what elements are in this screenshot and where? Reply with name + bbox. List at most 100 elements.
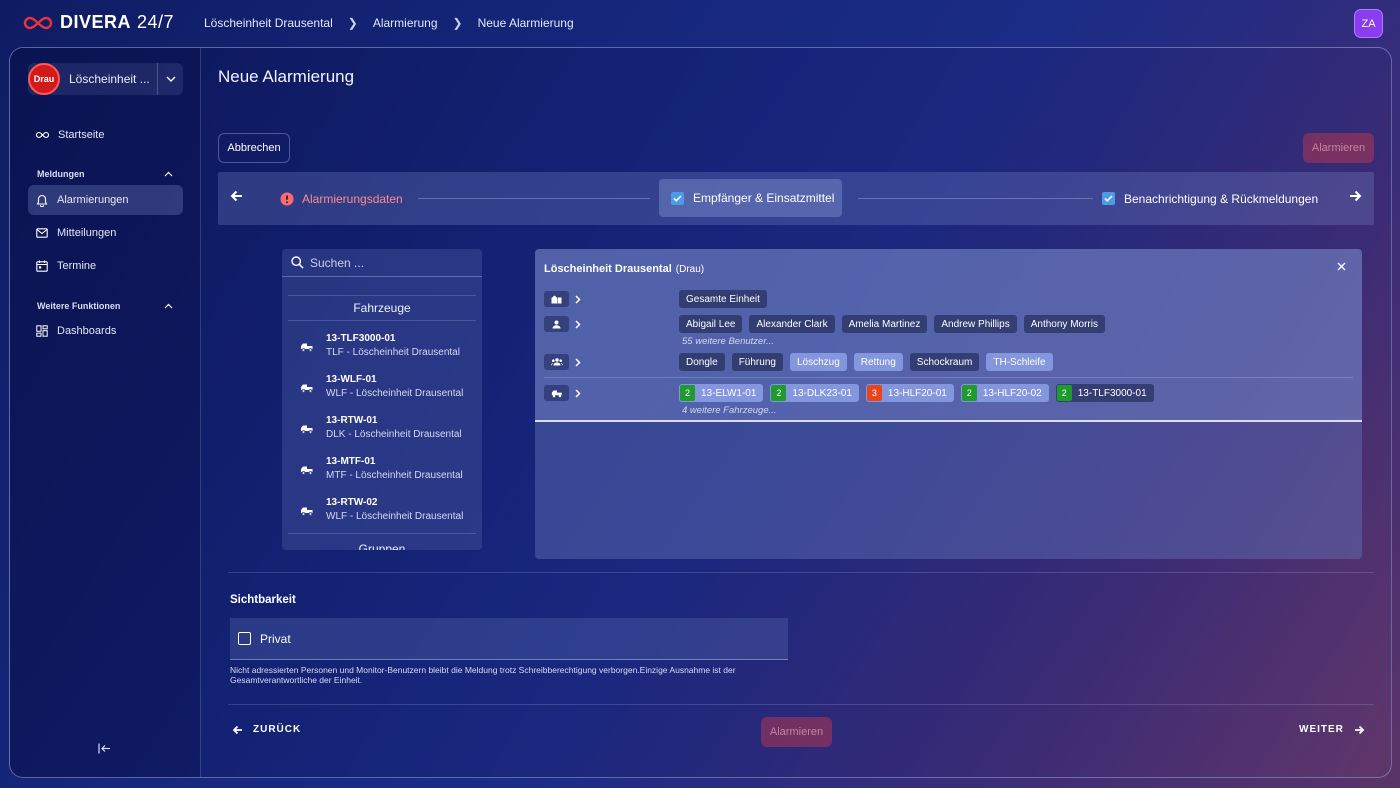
list-item[interactable]: 13-TLF3000-01 TLF - Löscheinheit Drausent… (300, 333, 460, 358)
visibility-hint: Nicht adressierten Personen und Monitor-… (230, 665, 736, 685)
user-avatar[interactable]: ZA (1354, 9, 1383, 38)
list-item[interactable]: 13-WLF-01 WLF - Löscheinheit Drausental (300, 374, 463, 399)
privat-checkbox[interactable]: Privat (230, 618, 788, 660)
whole-unit-chips: Gesamte Einheit (679, 290, 767, 308)
vehicle-icon (301, 507, 313, 516)
chevron-right-icon[interactable] (575, 358, 581, 367)
group-icon[interactable] (544, 354, 569, 370)
chip-group-selected[interactable]: Rettung (853, 353, 903, 371)
users-more[interactable]: 55 weitere Benutzer... (682, 336, 774, 347)
chip-user[interactable]: Amelia Martinez (841, 315, 928, 333)
sidebar-item-label: Termine (57, 260, 97, 272)
chevron-up-icon (164, 303, 173, 309)
chip-vehicle[interactable]: 2 13-DLK23-01 (770, 384, 859, 402)
chevron-right-icon[interactable] (575, 389, 581, 398)
vehicle-desc: WLF - Löscheinheit Drausental (326, 388, 464, 399)
infinity-logo-icon (23, 16, 53, 29)
close-icon[interactable] (1337, 262, 1346, 271)
collapse-sidebar-icon[interactable] (98, 741, 111, 759)
chevron-right-icon[interactable] (575, 295, 581, 304)
status-badge: 2 (680, 385, 695, 401)
section-meldungen[interactable]: Meldungen (37, 169, 173, 179)
top-bar: DIVERA 24/7 Löscheinheit Drausental ❯ Ala… (0, 0, 1400, 46)
dashboard-icon (36, 325, 48, 337)
search-input[interactable]: Suchen ... (282, 249, 482, 277)
vehicle-name: 13-MTF-01 (326, 456, 376, 467)
step-empfaenger[interactable]: Empfänger & Einsatzmittel (659, 179, 842, 217)
section-label: Meldungen (37, 169, 85, 179)
chip-vehicle[interactable]: 2 13-ELW1-01 (679, 384, 764, 402)
logo-text-thin: 24/7 (137, 12, 175, 32)
section-weitere-funktionen[interactable]: Weitere Funktionen (37, 301, 173, 311)
chip-user[interactable]: Alexander Clark (749, 315, 835, 333)
chip-vehicle[interactable]: 3 13-HLF20-01 (865, 384, 954, 402)
search-icon (291, 256, 304, 269)
step-connector (418, 198, 650, 199)
building-icon[interactable] (544, 291, 569, 307)
chip-vehicle[interactable]: 2 13-TLF3000-01 (1055, 384, 1154, 402)
step-label: Benachrichtigung & Rückmeldungen (1124, 191, 1319, 206)
group-chips: Dongle Führung Löschzug Rettung Schockra… (679, 353, 1053, 371)
sidebar: Drau Löscheinheit ... Startseite Meldung… (10, 48, 201, 777)
status-badge: 2 (961, 385, 977, 401)
vehicle-desc: MTF - Löscheinheit Drausental (326, 470, 463, 481)
back-button[interactable]: ZURÜCK (232, 724, 301, 735)
chip-group[interactable]: Dongle (679, 353, 725, 371)
error-icon (280, 192, 294, 205)
logo[interactable]: DIVERA 24/7 (22, 12, 174, 33)
unit-badge: Drau (28, 63, 60, 95)
recipient-picker: Suchen ... Fahrzeuge 13-TLF3000-01 TLF - … (282, 249, 482, 550)
checkbox-checked-icon (1102, 192, 1115, 205)
sidebar-item-alarmierungen[interactable]: Alarmierungen (28, 185, 183, 215)
chip-user[interactable]: Anthony Morris (1023, 315, 1105, 333)
sidebar-item-termine[interactable]: Termine (28, 251, 183, 281)
alarm-button-bottom[interactable]: Alarmieren (761, 717, 832, 747)
infinity-icon (36, 131, 49, 139)
vehicle-desc: WLF - Löscheinheit Drausental (326, 511, 464, 522)
step-benachrichtigung[interactable]: Benachrichtigung & Rückmeldungen (1102, 172, 1318, 225)
unit-selector[interactable]: Drau Löscheinheit ... (28, 63, 183, 95)
breadcrumb-alarmierung[interactable]: Alarmierung (373, 16, 438, 30)
chevron-right-icon[interactable] (575, 320, 581, 329)
arrow-left-icon (232, 725, 242, 734)
chip-whole-unit[interactable]: Gesamte Einheit (679, 290, 767, 308)
arrow-left-icon[interactable] (230, 190, 243, 202)
visibility-title: Sichtbarkeit (230, 594, 296, 606)
sidebar-item-startseite[interactable]: Startseite (28, 120, 183, 150)
vehicle-icon[interactable] (544, 385, 569, 401)
groups-header: Gruppen (288, 533, 476, 550)
vehicle-icon (301, 466, 313, 475)
alarm-button-top[interactable]: Alarmieren (1303, 133, 1374, 163)
bell-icon (36, 194, 48, 207)
sidebar-item-dashboards[interactable]: Dashboards (28, 316, 183, 346)
breadcrumb: Löscheinheit Drausental ❯ Alarmierung ❯ … (204, 16, 574, 30)
vehicles-more[interactable]: 4 weitere Fahrzeuge... (682, 405, 777, 416)
chip-group[interactable]: Schockraum (909, 353, 980, 371)
arrow-right-icon[interactable] (1349, 190, 1362, 202)
chip-user[interactable]: Andrew Phillips (934, 315, 1017, 333)
section-label: Weitere Funktionen (37, 301, 121, 311)
sidebar-item-mitteilungen[interactable]: Mitteilungen (28, 218, 183, 248)
chevron-down-icon[interactable] (157, 63, 183, 95)
list-item[interactable]: 13-RTW-02 WLF - Löscheinheit Drausental (300, 497, 463, 522)
person-icon[interactable] (544, 316, 569, 332)
sidebar-item-label: Alarmierungen (57, 194, 129, 206)
list-item[interactable]: 13-RTW-01 DLK - Löscheinheit Drausental (300, 415, 462, 440)
chip-group[interactable]: Führung (731, 353, 783, 371)
back-label: ZURÜCK (253, 724, 302, 735)
next-button[interactable]: WEITER (1299, 724, 1365, 735)
list-item[interactable]: 13-MTF-01 MTF - Löscheinheit Drausental (300, 456, 463, 481)
privat-label: Privat (260, 631, 291, 646)
breadcrumb-unit[interactable]: Löscheinheit Drausental (204, 16, 333, 30)
chip-vehicle-name: 13-DLK23-01 (792, 387, 852, 399)
chip-vehicle[interactable]: 2 13-HLF20-02 (960, 384, 1049, 402)
breadcrumb-current: Neue Alarmierung (477, 16, 574, 30)
arrow-right-icon (1354, 725, 1365, 734)
step-alarmierungsdaten[interactable]: Alarmierungsdaten (280, 172, 403, 225)
vehicle-desc: TLF - Löscheinheit Drausental (326, 347, 460, 358)
chip-user[interactable]: Abigail Lee (679, 315, 743, 333)
chip-group-selected[interactable]: Löschzug (789, 353, 847, 371)
cancel-button[interactable]: Abbrechen (218, 133, 290, 163)
chip-vehicle-name: 13-HLF20-02 (982, 387, 1042, 399)
chip-group-selected[interactable]: TH-Schleife (986, 353, 1053, 371)
